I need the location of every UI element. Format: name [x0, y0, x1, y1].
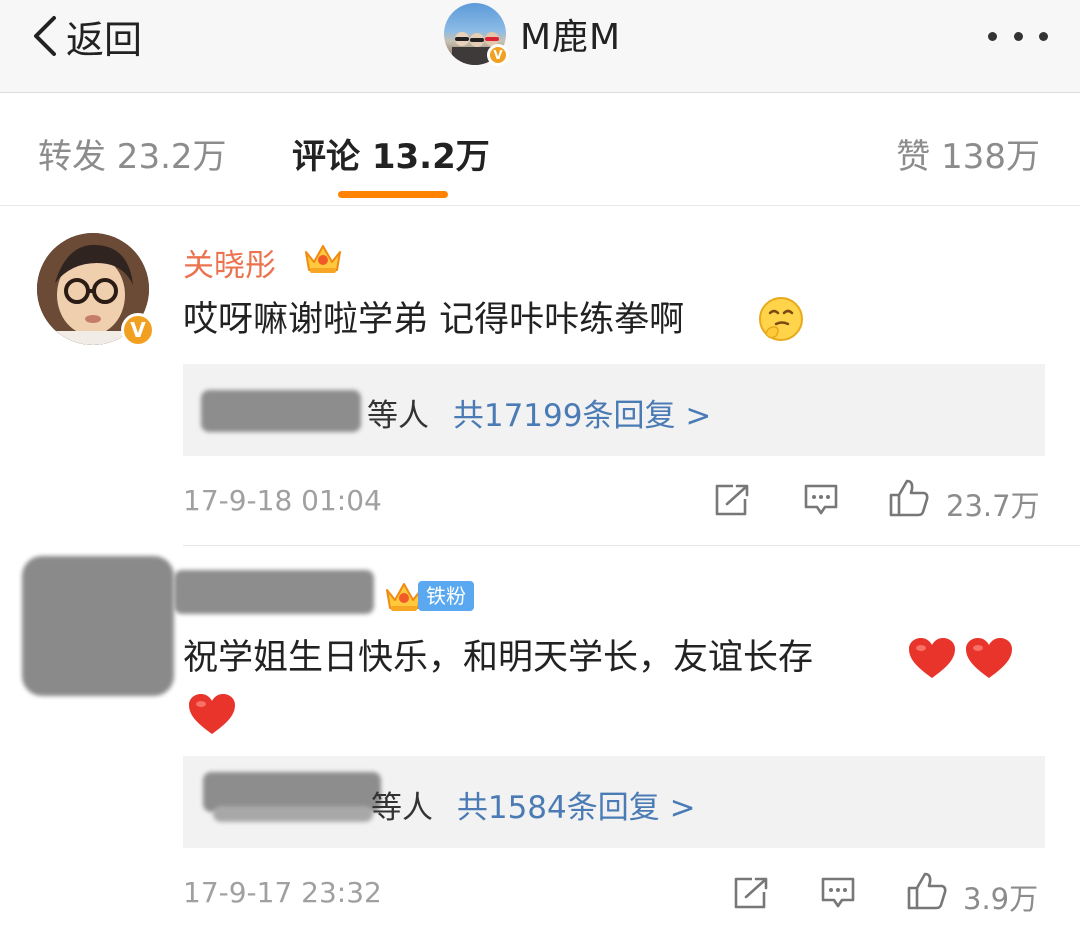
verified-badge-icon: V — [487, 44, 509, 66]
comment-timestamp: 17-9-17 23:32 — [183, 876, 382, 909]
comment-text: 哎呀嘛谢啦学弟 记得咔咔练拳啊 — [183, 300, 685, 340]
chevron-left-icon — [34, 16, 56, 56]
avatar[interactable]: V — [37, 233, 155, 347]
reply-comment-icon[interactable] — [820, 876, 856, 910]
post-author-name[interactable]: M鹿M — [520, 8, 621, 60]
comment-timestamp: 17-9-18 01:04 — [183, 484, 382, 517]
comment-author-name[interactable]: 关晓彤 — [183, 240, 276, 285]
heart-icon — [966, 638, 1012, 678]
view-replies-link[interactable]: 共17199条回复 > — [453, 398, 711, 434]
reply-comment-icon[interactable] — [803, 483, 839, 517]
more-dots-icon[interactable] — [988, 30, 1048, 42]
tab-comment[interactable]: 评论 13.2万 — [292, 129, 490, 178]
avatar[interactable]: V — [444, 3, 509, 66]
share-icon[interactable] — [732, 876, 770, 910]
fan-badge: 铁粉 — [418, 581, 474, 611]
view-replies-link[interactable]: 共1584条回复 > — [457, 790, 696, 826]
like-count: 3.9万 — [963, 882, 1039, 916]
share-icon[interactable] — [713, 483, 751, 517]
redacted-avatar — [22, 556, 174, 696]
back-button[interactable]: 返回 — [28, 14, 142, 62]
like-thumb-icon[interactable] — [888, 478, 930, 518]
reply-summary[interactable]: 等人 共1584条回复 > — [183, 756, 1045, 848]
post-author[interactable]: V M鹿M — [444, 3, 621, 66]
comment-divider — [183, 545, 1080, 546]
tab-indicator — [338, 191, 448, 198]
redacted-username — [201, 390, 361, 432]
top-nav-bar: 返回 V M鹿M — [0, 0, 1080, 93]
heart-icon — [909, 638, 955, 678]
reply-summary[interactable]: 等人 共17199条回复 > — [183, 364, 1045, 456]
tab-repost[interactable]: 转发 23.2万 — [38, 129, 227, 178]
heart-icon — [189, 694, 235, 734]
verified-badge-icon: V — [121, 313, 155, 347]
back-label: 返回 — [66, 17, 143, 62]
tab-like[interactable]: 赞 138万 — [896, 129, 1040, 178]
crown-badge-icon — [305, 245, 341, 273]
like-thumb-icon[interactable] — [906, 871, 948, 911]
comment-text: 祝学姐生日快乐，和明天学长，友谊长存 — [183, 638, 814, 678]
reply-suffix: 等人 — [371, 790, 433, 826]
redacted-author-name — [174, 570, 374, 614]
thinking-face-icon — [759, 297, 803, 341]
like-count: 23.7万 — [946, 489, 1040, 523]
tab-bar: 转发 23.2万 评论 13.2万 赞 138万 — [0, 93, 1080, 206]
redacted-username — [213, 806, 373, 822]
reply-suffix: 等人 — [367, 398, 429, 434]
